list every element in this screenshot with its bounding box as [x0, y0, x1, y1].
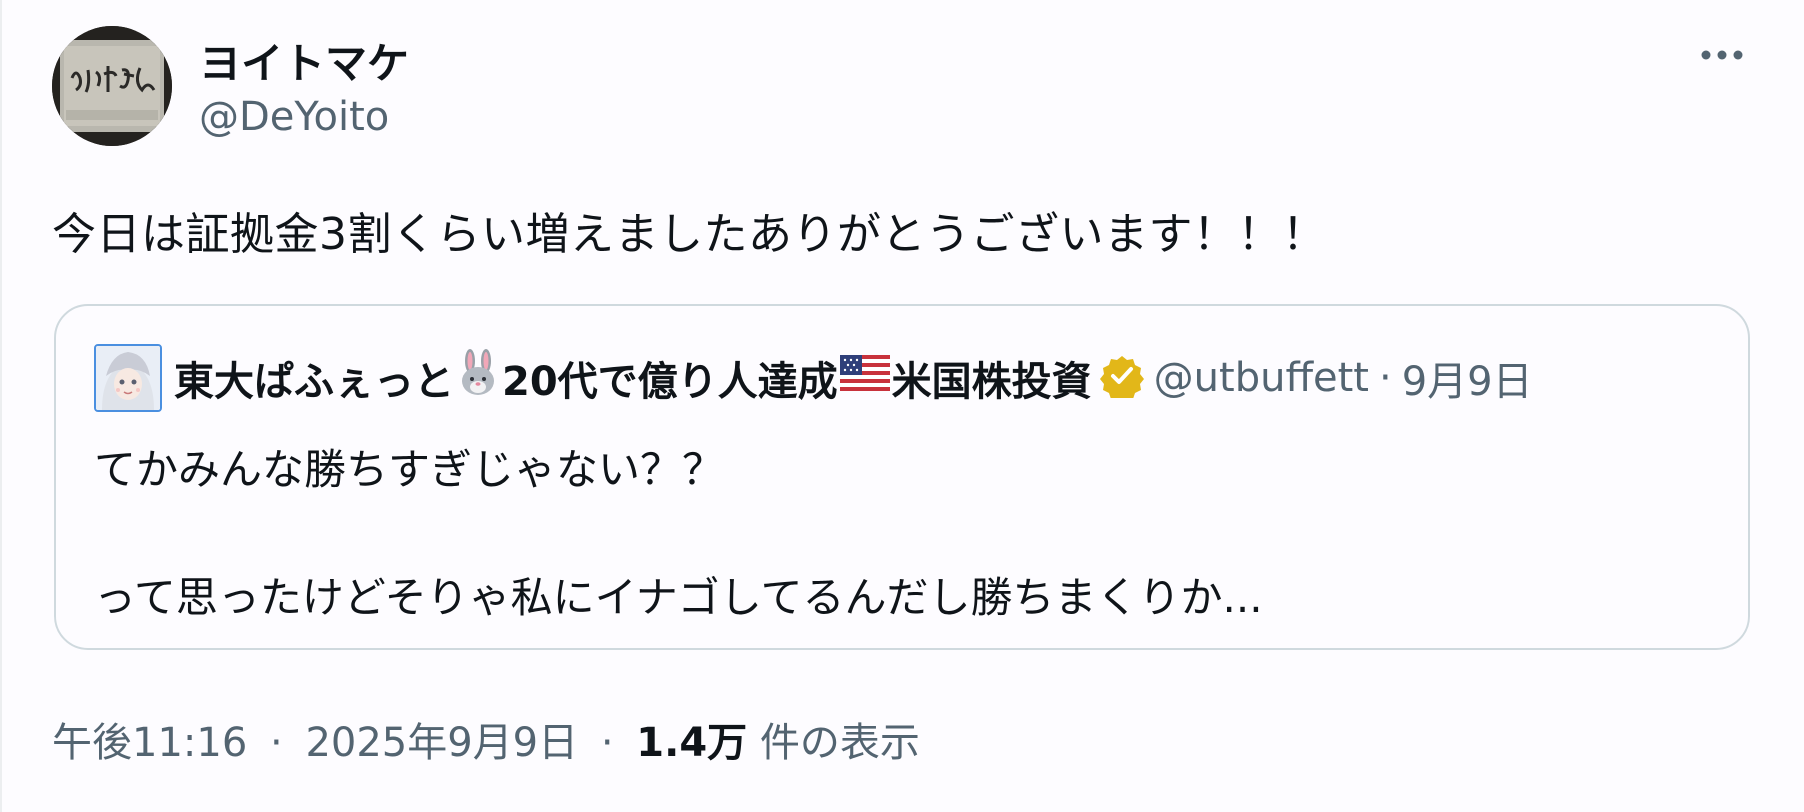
tweet-date[interactable]: 2025年9月9日 [305, 720, 578, 766]
tweet-text: 今日は証拠金3割くらい増えましたありがとうございます！！！ [52, 209, 1327, 260]
tweet-detail: ヨイトマケ @DeYoito 今日は証拠金3割くらい増えましたありがとうございま… [0, 0, 1804, 812]
quoted-name-part2: 20代で億り人達成 [502, 359, 838, 405]
avatar-image [52, 26, 172, 146]
separator-dot: · [1378, 355, 1392, 401]
quoted-name-part3: 米国株投資 [891, 359, 1092, 405]
quoted-author-handle[interactable]: @utbuffett [1154, 355, 1369, 401]
quoted-date[interactable]: 9月9日 [1402, 349, 1533, 407]
tweet-meta: 午後11:16 · 2025年9月9日 · 1.4万 件の表示 [52, 710, 920, 768]
separator-dot: · [600, 720, 614, 766]
quoted-avatar-image [96, 346, 160, 410]
quoted-text-line-1: てかみんな勝ちすぎじゃない？？ [94, 445, 725, 494]
more-options-icon [1701, 50, 1743, 60]
author-handle[interactable]: @DeYoito [199, 94, 389, 140]
separator-dot: · [270, 720, 283, 766]
us-flag-emoji-icon [839, 355, 890, 401]
quoted-name-part1: 東大ぱふぇっと [174, 359, 454, 405]
quoted-tweet-header: 東大ぱふぇっと 20代で億り人達成 米国株投資 @utbuffett · 9月9… [94, 342, 1533, 414]
quoted-author-avatar[interactable] [94, 344, 162, 412]
author-display-name[interactable]: ヨイトマケ [199, 30, 409, 91]
quoted-text-line-2: って思ったけどそりゃ私にイナゴしてるんだし勝ちまくりか... [94, 573, 1263, 622]
rabbit-emoji-icon [456, 349, 500, 407]
author-avatar[interactable] [52, 26, 172, 146]
more-options-button[interactable] [1692, 38, 1752, 72]
quoted-tweet[interactable]: 東大ぱふぇっと 20代で億り人達成 米国株投資 @utbuffett · 9月9… [54, 304, 1750, 650]
quoted-author-name[interactable]: 東大ぱふぇっと 20代で億り人達成 米国株投資 [174, 349, 1092, 407]
tweet-time[interactable]: 午後11:16 [52, 720, 247, 766]
view-count: 1.4万 [636, 720, 748, 766]
view-label: 件の表示 [759, 720, 920, 766]
verified-gold-badge-icon[interactable] [1099, 354, 1144, 402]
